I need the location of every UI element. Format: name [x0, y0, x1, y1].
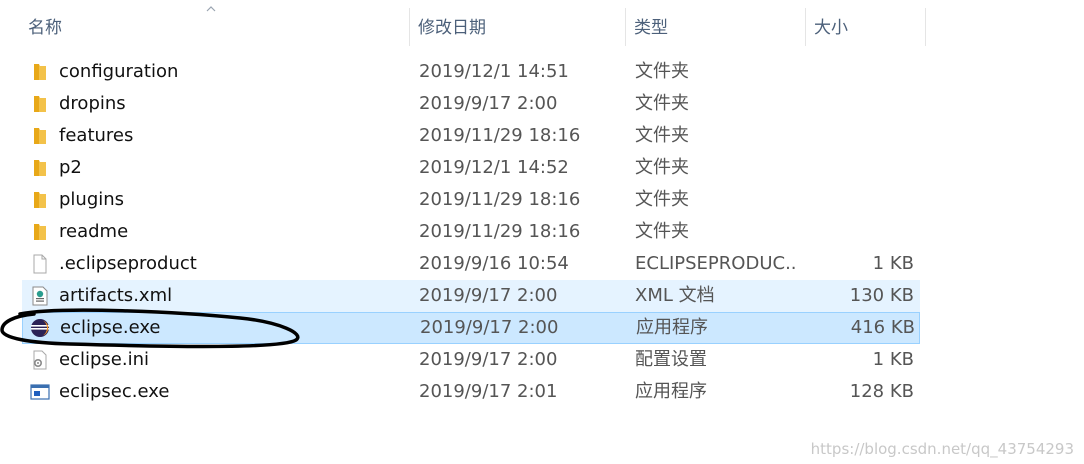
file-row[interactable]: p2 2019/12/1 14:52 文件夹 — [22, 152, 920, 184]
console-app-icon — [30, 384, 50, 400]
eclipse-app-icon — [31, 319, 49, 337]
file-name: .eclipseproduct — [59, 253, 197, 274]
file-date: 2019/11/29 18:16 — [419, 221, 581, 242]
file-row[interactable]: .eclipseproduct 2019/9/16 10:54 ECLIPSEP… — [22, 248, 920, 280]
blank-file-icon — [33, 254, 47, 274]
file-row[interactable]: readme 2019/11/29 18:16 文件夹 — [22, 216, 920, 248]
column-date[interactable]: 修改日期 — [410, 0, 624, 48]
file-date: 2019/12/1 14:51 — [419, 61, 569, 82]
file-size — [802, 184, 914, 216]
file-date: 2019/12/1 14:52 — [419, 157, 569, 178]
file-name: plugins — [59, 189, 125, 210]
file-row[interactable]: configuration 2019/12/1 14:51 文件夹 — [22, 56, 920, 88]
file-name: eclipse.ini — [59, 349, 149, 370]
file-date: 2019/9/17 2:01 — [419, 381, 558, 402]
file-name: dropins — [59, 93, 126, 114]
file-name: eclipsec.exe — [59, 381, 170, 402]
file-date: 2019/11/29 18:16 — [419, 189, 581, 210]
column-header: 名称 修改日期 类型 大小 — [0, 0, 1084, 48]
file-row[interactable]: plugins 2019/11/29 18:16 文件夹 — [22, 184, 920, 216]
file-type: 应用程序 — [636, 317, 708, 338]
folder-icon — [34, 192, 46, 208]
file-size: 130 KB — [849, 285, 914, 306]
file-size: 128 KB — [849, 381, 914, 402]
column-size[interactable]: 大小 — [806, 0, 924, 48]
settings-file-icon — [33, 350, 47, 370]
file-type: 文件夹 — [635, 157, 689, 178]
file-date: 2019/9/17 2:00 — [419, 285, 558, 306]
file-name: readme — [59, 221, 129, 242]
folder-icon — [34, 64, 46, 80]
file-date: 2019/11/29 18:16 — [419, 125, 581, 146]
file-date: 2019/9/17 2:00 — [420, 317, 559, 338]
file-name: artifacts.xml — [59, 285, 173, 306]
file-size — [802, 120, 914, 152]
file-type: 配置设置 — [635, 349, 707, 370]
file-size: 1 KB — [872, 349, 914, 370]
file-row[interactable]: features 2019/11/29 18:16 文件夹 — [22, 120, 920, 152]
file-row[interactable]: eclipse.ini 2019/9/17 2:00 配置设置 1 KB — [22, 344, 920, 376]
file-row[interactable]: artifacts.xml 2019/9/17 2:00 XML 文档 130 … — [22, 280, 920, 312]
file-type: 应用程序 — [635, 381, 707, 402]
folder-icon — [34, 160, 46, 176]
file-size — [802, 56, 914, 88]
file-row[interactable]: eclipse.exe 2019/9/17 2:00 应用程序 416 KB — [22, 312, 920, 344]
file-row[interactable]: dropins 2019/9/17 2:00 文件夹 — [22, 88, 920, 120]
column-divider[interactable] — [925, 8, 926, 46]
file-name: features — [59, 125, 134, 146]
file-date: 2019/9/17 2:00 — [419, 93, 558, 114]
file-type: ECLIPSEPRODUC... — [635, 253, 797, 274]
file-type: 文件夹 — [635, 125, 689, 146]
file-size: 1 KB — [872, 253, 914, 274]
file-date: 2019/9/17 2:00 — [419, 349, 558, 370]
file-size — [802, 88, 914, 120]
file-type: 文件夹 — [635, 189, 689, 210]
file-date: 2019/9/16 10:54 — [419, 253, 569, 274]
column-type[interactable]: 类型 — [626, 0, 804, 48]
column-name[interactable]: 名称 — [20, 0, 408, 48]
xml-file-icon — [32, 286, 48, 306]
folder-icon — [34, 224, 46, 240]
file-name: eclipse.exe — [60, 317, 161, 338]
file-name: p2 — [59, 157, 82, 178]
folder-icon — [34, 96, 46, 112]
file-type: 文件夹 — [635, 61, 689, 82]
file-size — [802, 152, 914, 184]
folder-icon — [34, 128, 46, 144]
file-type: 文件夹 — [635, 93, 689, 114]
file-row[interactable]: eclipsec.exe 2019/9/17 2:01 应用程序 128 KB — [22, 376, 920, 408]
file-type: XML 文档 — [635, 285, 715, 306]
file-size — [802, 216, 914, 248]
watermark-text: https://blog.csdn.net/qq_43754293 — [810, 440, 1074, 458]
file-type: 文件夹 — [635, 221, 689, 242]
file-size: 416 KB — [850, 317, 915, 338]
file-name: configuration — [59, 61, 179, 82]
